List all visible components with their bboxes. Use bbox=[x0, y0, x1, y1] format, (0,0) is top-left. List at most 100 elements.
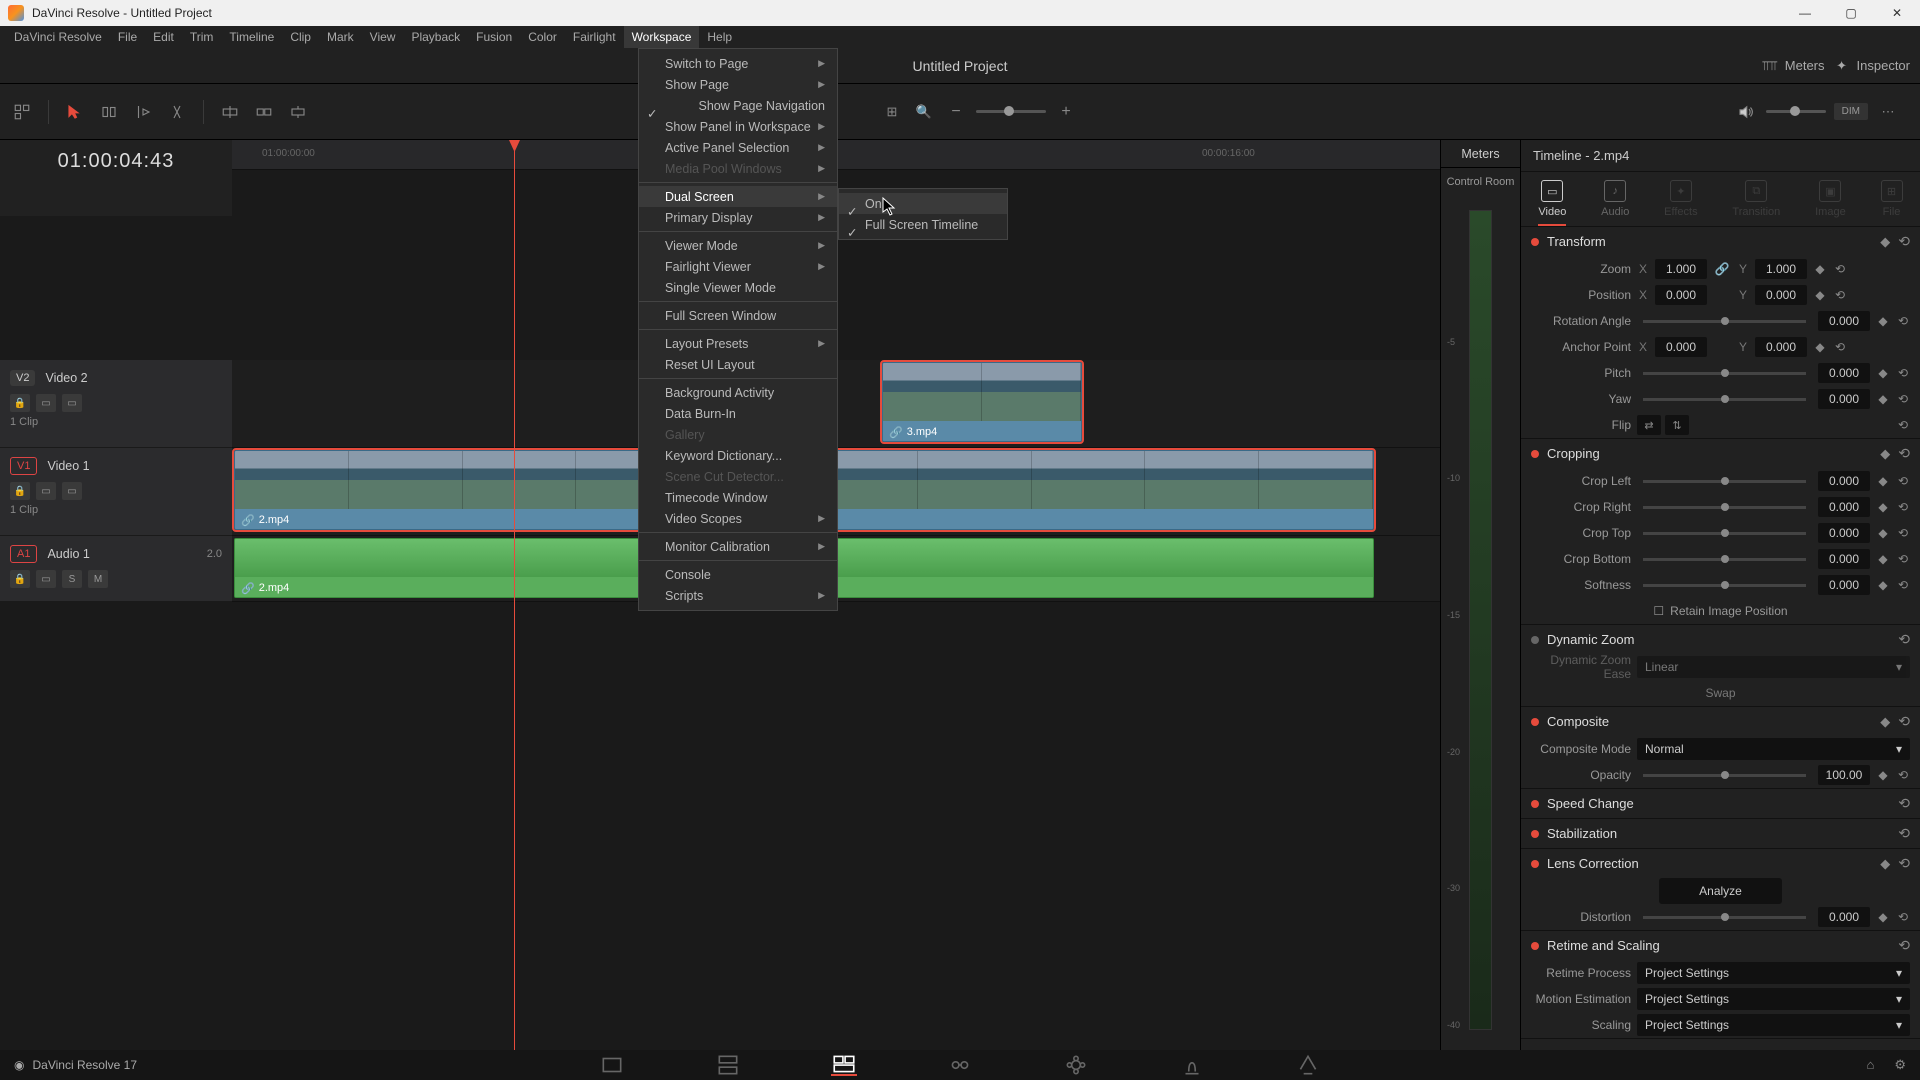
menu-show-panel[interactable]: Show Panel in Workspace▶ bbox=[639, 116, 837, 137]
timeline-view-icon[interactable]: ⊞ bbox=[880, 100, 904, 124]
opacity-slider[interactable] bbox=[1643, 774, 1806, 777]
reset-icon[interactable]: ⟲ bbox=[1896, 418, 1910, 432]
pitch-field[interactable]: 0.000 bbox=[1818, 363, 1870, 383]
yaw-field[interactable]: 0.000 bbox=[1818, 389, 1870, 409]
yaw-slider[interactable] bbox=[1643, 398, 1806, 401]
section-enable-dot[interactable] bbox=[1531, 636, 1539, 644]
menu-console[interactable]: Console bbox=[639, 564, 837, 585]
lock-icon[interactable]: 🔒 bbox=[10, 394, 30, 412]
menu-fairlight-viewer[interactable]: Fairlight Viewer▶ bbox=[639, 256, 837, 277]
menu-mark[interactable]: Mark bbox=[319, 26, 362, 48]
submenu-on[interactable]: On bbox=[839, 193, 1007, 214]
zoom-slider[interactable] bbox=[976, 110, 1046, 113]
insert-clip-icon[interactable] bbox=[218, 100, 242, 124]
track-header-a1[interactable]: A1Audio 12.0 🔒▭SM bbox=[0, 536, 232, 602]
track-header-v1[interactable]: V1Video 1 🔒▭▭ 1 Clip bbox=[0, 448, 232, 536]
pos-y-field[interactable]: 0.000 bbox=[1755, 285, 1807, 305]
section-enable-dot[interactable] bbox=[1531, 450, 1539, 458]
reset-icon[interactable]: ⟲ bbox=[1898, 445, 1910, 462]
volume-slider[interactable] bbox=[1766, 110, 1826, 113]
track-toggle-icon[interactable]: ▭ bbox=[36, 570, 56, 588]
keyframe-icon[interactable]: ◆ bbox=[1876, 392, 1890, 406]
reset-icon[interactable]: ⟲ bbox=[1833, 262, 1847, 276]
track-header-v2[interactable]: V2Video 2 🔒▭▭ 1 Clip bbox=[0, 360, 232, 448]
reset-icon[interactable]: ⟲ bbox=[1896, 366, 1910, 380]
section-enable-dot[interactable] bbox=[1531, 800, 1539, 808]
keyframe-icon[interactable]: ◆ bbox=[1813, 288, 1827, 302]
menu-fusion[interactable]: Fusion bbox=[468, 26, 520, 48]
mute-button[interactable]: M bbox=[88, 570, 108, 588]
solo-button[interactable]: S bbox=[62, 570, 82, 588]
analyze-button[interactable]: Analyze bbox=[1659, 878, 1782, 904]
zoom-slider-icon[interactable]: 🔍 bbox=[912, 100, 936, 124]
keyframe-icon[interactable]: ◆ bbox=[1880, 234, 1890, 250]
playhead[interactable] bbox=[514, 140, 515, 1050]
reset-icon[interactable]: ⟲ bbox=[1898, 631, 1910, 648]
page-media[interactable] bbox=[599, 1054, 625, 1076]
menu-dual-screen[interactable]: Dual Screen▶ bbox=[639, 186, 837, 207]
reset-icon[interactable]: ⟲ bbox=[1898, 233, 1910, 250]
submenu-fullscreen-timeline[interactable]: Full Screen Timeline bbox=[839, 214, 1007, 235]
menu-data-burnin[interactable]: Data Burn-In bbox=[639, 403, 837, 424]
replace-clip-icon[interactable] bbox=[286, 100, 310, 124]
menu-switch-page[interactable]: Switch to Page▶ bbox=[639, 53, 837, 74]
link-icon[interactable]: 🔗 bbox=[1713, 262, 1731, 276]
composite-mode-select[interactable]: Normal▾ bbox=[1637, 738, 1910, 760]
selection-tool-icon[interactable] bbox=[63, 100, 87, 124]
track-toggle-icon[interactable]: ▭ bbox=[36, 394, 56, 412]
menu-help[interactable]: Help bbox=[699, 26, 740, 48]
meters-toggle[interactable]: ⫪⫪ Meters bbox=[1761, 57, 1825, 75]
speaker-icon[interactable] bbox=[1734, 100, 1758, 124]
menu-layout-presets[interactable]: Layout Presets▶ bbox=[639, 333, 837, 354]
pitch-slider[interactable] bbox=[1643, 372, 1806, 375]
menu-primary-display[interactable]: Primary Display▶ bbox=[639, 207, 837, 228]
menu-davinci[interactable]: DaVinci Resolve bbox=[6, 26, 110, 48]
scaling-select[interactable]: Project Settings▾ bbox=[1637, 1014, 1910, 1036]
overwrite-clip-icon[interactable] bbox=[252, 100, 276, 124]
motion-estimation-select[interactable]: Project Settings▾ bbox=[1637, 988, 1910, 1010]
menu-trim[interactable]: Trim bbox=[182, 26, 222, 48]
menu-keyword-dict[interactable]: Keyword Dictionary... bbox=[639, 445, 837, 466]
flip-h-button[interactable]: ⇄ bbox=[1637, 415, 1661, 435]
dynamic-trim-icon[interactable] bbox=[131, 100, 155, 124]
tab-audio[interactable]: ♪Audio bbox=[1601, 180, 1629, 226]
menu-active-panel[interactable]: Active Panel Selection▶ bbox=[639, 137, 837, 158]
zoom-x-field[interactable]: 1.000 bbox=[1655, 259, 1707, 279]
page-fairlight[interactable] bbox=[1179, 1054, 1205, 1076]
page-color[interactable] bbox=[1063, 1054, 1089, 1076]
crop-left-slider[interactable] bbox=[1643, 480, 1806, 483]
zoom-y-field[interactable]: 1.000 bbox=[1755, 259, 1807, 279]
menu-viewer-mode[interactable]: Viewer Mode▶ bbox=[639, 235, 837, 256]
flip-v-button[interactable]: ⇅ bbox=[1665, 415, 1689, 435]
keyframe-icon[interactable]: ◆ bbox=[1876, 314, 1890, 328]
checkbox-icon[interactable]: ☐ bbox=[1653, 604, 1664, 618]
keyframe-icon[interactable]: ◆ bbox=[1813, 340, 1827, 354]
menu-show-navigation[interactable]: Show Page Navigation bbox=[639, 95, 837, 116]
media-pool-icon[interactable] bbox=[10, 100, 34, 124]
menu-color[interactable]: Color bbox=[520, 26, 565, 48]
trim-tool-icon[interactable] bbox=[97, 100, 121, 124]
maximize-button[interactable]: ▢ bbox=[1828, 0, 1874, 26]
anchor-y-field[interactable]: 0.000 bbox=[1755, 337, 1807, 357]
menu-view[interactable]: View bbox=[362, 26, 404, 48]
reset-icon[interactable]: ⟲ bbox=[1896, 314, 1910, 328]
keyframe-icon[interactable]: ◆ bbox=[1876, 366, 1890, 380]
keyframe-icon[interactable]: ◆ bbox=[1880, 446, 1890, 462]
zoom-out-icon[interactable]: − bbox=[944, 100, 968, 124]
clip-v2[interactable]: 🔗3.mp4 bbox=[882, 362, 1082, 442]
section-enable-dot[interactable] bbox=[1531, 830, 1539, 838]
reset-icon[interactable]: ⟲ bbox=[1833, 288, 1847, 302]
dim-button[interactable]: DIM bbox=[1834, 103, 1868, 120]
page-deliver[interactable] bbox=[1295, 1054, 1321, 1076]
zoom-in-icon[interactable]: + bbox=[1054, 100, 1078, 124]
track-toggle2-icon[interactable]: ▭ bbox=[62, 394, 82, 412]
anchor-x-field[interactable]: 0.000 bbox=[1655, 337, 1707, 357]
rotation-slider[interactable] bbox=[1643, 320, 1806, 323]
menu-full-screen[interactable]: Full Screen Window bbox=[639, 305, 837, 326]
distortion-slider[interactable] bbox=[1643, 916, 1806, 919]
pos-x-field[interactable]: 0.000 bbox=[1655, 285, 1707, 305]
page-cut[interactable] bbox=[715, 1054, 741, 1076]
menu-file[interactable]: File bbox=[110, 26, 145, 48]
menu-edit[interactable]: Edit bbox=[145, 26, 182, 48]
settings-icon[interactable]: ⚙ bbox=[1894, 1057, 1906, 1073]
